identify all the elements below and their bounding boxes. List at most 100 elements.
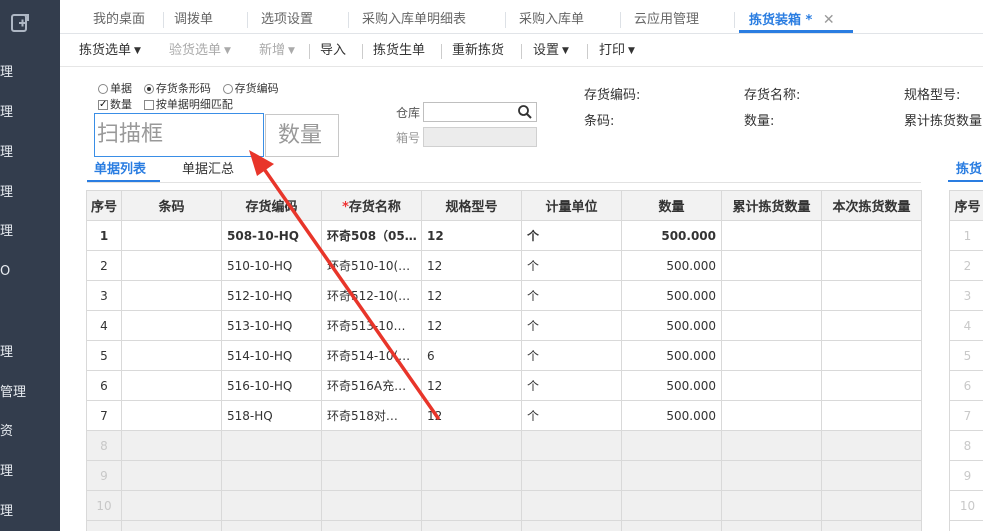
table-cell[interactable] <box>621 430 722 461</box>
cell-inventory-name[interactable]: 环奇514-10(… <box>321 340 422 371</box>
cell-seq[interactable]: 2 <box>86 250 122 281</box>
cell-current-qty[interactable] <box>821 370 922 401</box>
table-row[interactable]: 2 510-10-HQ 环奇510-10(… 12 个 500.000 <box>86 250 922 281</box>
cell-barcode[interactable] <box>121 280 222 311</box>
table-cell[interactable] <box>421 460 522 491</box>
cell-spec[interactable]: 12 <box>421 250 522 281</box>
new-button[interactable]: 新增 ▼ <box>259 34 295 67</box>
col-cumulative-qty[interactable]: 累计拣货数量 <box>721 190 822 221</box>
quantity-checkbox[interactable] <box>98 97 108 113</box>
cell-quantity[interactable]: 500.000 <box>621 370 722 401</box>
sidebar-item[interactable]: 理 <box>0 103 60 123</box>
sidebar-item[interactable]: 资 <box>0 422 60 442</box>
table-cell[interactable] <box>121 520 222 531</box>
scan-input[interactable]: 扫描框 <box>94 113 264 157</box>
re-pick-button[interactable]: 重新拣货 <box>452 34 504 67</box>
cell-inventory-name[interactable]: 环奇508（05… <box>321 220 422 251</box>
table-row[interactable]: 6 <box>949 370 983 401</box>
cell-seq[interactable]: 11 <box>86 520 122 531</box>
tab-options[interactable]: 选项设置 <box>261 0 313 34</box>
table-cell[interactable] <box>821 460 922 491</box>
table-cell[interactable] <box>221 460 322 491</box>
cell-seq[interactable]: 10 <box>86 490 122 521</box>
cell-barcode[interactable] <box>121 340 222 371</box>
table-cell[interactable] <box>221 430 322 461</box>
cell-unit[interactable]: 个 <box>521 280 622 311</box>
table-row[interactable]: 5 514-10-HQ 环奇514-10(… 6 个 500.000 <box>86 340 922 371</box>
sidebar-item[interactable]: 理 <box>0 343 60 363</box>
cell-inventory-name[interactable]: 环奇512-10(… <box>321 280 422 311</box>
sidebar-item[interactable]: O <box>0 262 60 282</box>
sidebar-item[interactable]: 理 <box>0 143 60 163</box>
radio-barcode[interactable] <box>143 83 154 94</box>
table-cell[interactable] <box>621 520 722 531</box>
table-row[interactable]: 1 <box>949 220 983 251</box>
cell-cumulative-qty[interactable] <box>721 400 822 431</box>
col-seq[interactable]: 序号 <box>949 190 983 221</box>
cell-seq[interactable]: 7 <box>86 400 122 431</box>
cell-cumulative-qty[interactable] <box>721 250 822 281</box>
col-inventory-code[interactable]: 存货编码 <box>221 190 322 221</box>
cell-seq[interactable]: 3 <box>86 280 122 311</box>
table-cell[interactable] <box>821 520 922 531</box>
tab-purchase-receipt[interactable]: 采购入库单 <box>519 0 584 34</box>
table-row[interactable]: 5 <box>949 340 983 371</box>
table-row[interactable]: 11 <box>86 520 922 531</box>
inspect-select-button[interactable]: 验货选单 ▼ <box>169 34 231 67</box>
tab-desktop[interactable]: 我的桌面 <box>93 0 145 34</box>
pick-generate-button[interactable]: 拣货生单 <box>373 34 425 67</box>
table-row[interactable]: 2 <box>949 250 983 281</box>
table-cell[interactable] <box>521 520 622 531</box>
cell-current-qty[interactable] <box>821 250 922 281</box>
table-row[interactable]: 9 <box>949 460 983 491</box>
table-cell[interactable] <box>821 430 922 461</box>
table-cell[interactable] <box>121 460 222 491</box>
table-cell[interactable] <box>521 460 622 491</box>
table-cell[interactable] <box>621 490 722 521</box>
cell-cumulative-qty[interactable] <box>721 220 822 251</box>
tab-document-summary[interactable]: 单据汇总 <box>182 160 234 182</box>
cell-quantity[interactable]: 500.000 <box>621 400 722 431</box>
search-icon[interactable] <box>517 104 533 120</box>
table-cell[interactable] <box>321 430 422 461</box>
col-unit[interactable]: 计量单位 <box>521 190 622 221</box>
radio-inventory-code[interactable] <box>222 83 233 94</box>
cell-quantity[interactable]: 500.000 <box>621 340 722 371</box>
cell-inventory-code[interactable]: 518-HQ <box>221 400 322 431</box>
table-cell[interactable] <box>621 460 722 491</box>
table-row[interactable]: 3 <box>949 280 983 311</box>
cell-cumulative-qty[interactable] <box>721 280 822 311</box>
table-row[interactable]: 7 <box>949 400 983 431</box>
table-cell[interactable] <box>721 490 822 521</box>
table-cell[interactable] <box>521 490 622 521</box>
table-row[interactable]: 10 <box>86 490 922 521</box>
table-cell[interactable] <box>321 460 422 491</box>
quantity-input[interactable]: 数量 <box>265 114 339 157</box>
table-row[interactable]: 8 <box>949 430 983 461</box>
sidebar-item[interactable]: 理 <box>0 462 60 482</box>
table-cell[interactable] <box>421 430 522 461</box>
cell-cumulative-qty[interactable] <box>721 370 822 401</box>
table-cell[interactable] <box>321 520 422 531</box>
cell-seq[interactable]: 9 <box>86 460 122 491</box>
cell-current-qty[interactable] <box>821 220 922 251</box>
cell-inventory-code[interactable]: 514-10-HQ <box>221 340 322 371</box>
cell-barcode[interactable] <box>121 250 222 281</box>
cell-unit[interactable]: 个 <box>521 310 622 341</box>
table-cell[interactable] <box>821 490 922 521</box>
cell-cumulative-qty[interactable] <box>721 340 822 371</box>
table-row[interactable]: 9 <box>86 460 922 491</box>
tab-picking-packing[interactable]: 拣货装箱 * ✕ <box>749 0 835 34</box>
cell-unit[interactable]: 个 <box>521 250 622 281</box>
cell-current-qty[interactable] <box>821 340 922 371</box>
cell-spec[interactable]: 12 <box>421 370 522 401</box>
cell-quantity[interactable]: 500.000 <box>621 310 722 341</box>
pick-select-button[interactable]: 拣货选单 ▼ <box>79 34 141 67</box>
sidebar-item[interactable]: 理 <box>0 502 60 522</box>
cell-inventory-code[interactable]: 516-10-HQ <box>221 370 322 401</box>
cell-seq[interactable]: 1 <box>86 220 122 251</box>
cell-seq[interactable]: 5 <box>86 340 122 371</box>
table-cell[interactable] <box>721 520 822 531</box>
col-seq[interactable]: 序号 <box>86 190 122 221</box>
tab-purchase-detail-report[interactable]: 采购入库单明细表 <box>362 0 466 34</box>
